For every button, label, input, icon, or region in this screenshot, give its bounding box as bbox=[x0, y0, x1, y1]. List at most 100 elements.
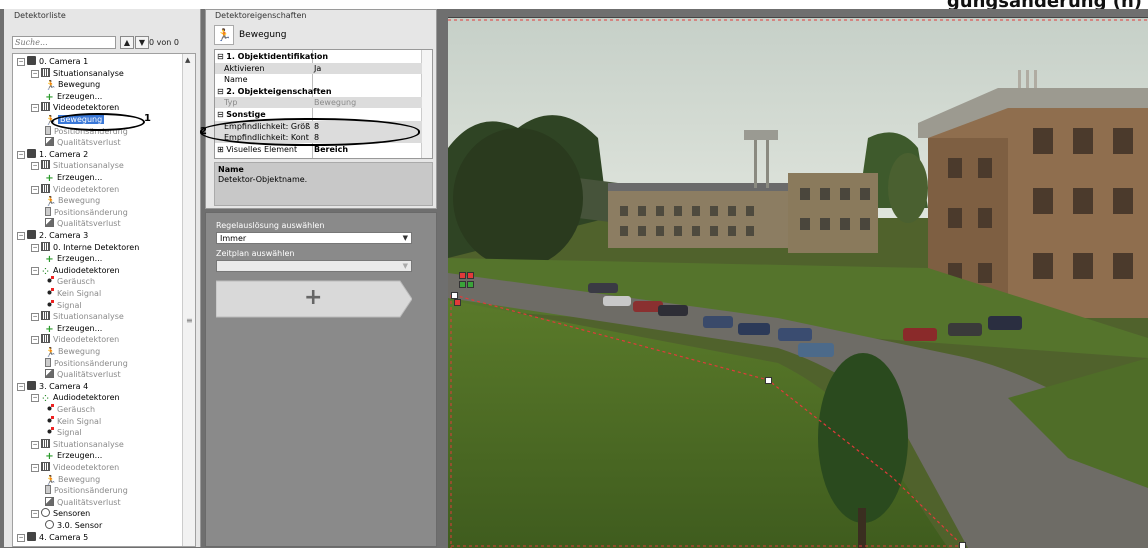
property-value[interactable]: Ja bbox=[314, 63, 321, 74]
tree-item[interactable]: − Videodetektoren bbox=[31, 462, 119, 473]
collapse-icon[interactable]: ⊟ bbox=[217, 52, 226, 61]
property-row[interactable]: ⊟ 1. Objektidentifikation bbox=[215, 51, 422, 62]
tree-item[interactable]: − 1. Camera 2 bbox=[17, 148, 88, 160]
zone-control-icon[interactable] bbox=[459, 272, 466, 279]
property-row[interactable]: Typ Bewegung bbox=[215, 97, 422, 109]
tree-item[interactable]: Qualitätsverlust bbox=[45, 137, 121, 148]
tree-item[interactable]: − Situationsanalyse bbox=[31, 311, 124, 322]
collapse-icon[interactable]: ⊟ bbox=[217, 87, 226, 96]
tree-item[interactable]: + Erzeugen... bbox=[45, 91, 102, 103]
camera-video-view[interactable] bbox=[448, 17, 1148, 548]
scroll-up-icon[interactable]: ▲ bbox=[185, 56, 190, 64]
collapse-toggle-icon[interactable]: − bbox=[31, 162, 39, 171]
tree-item[interactable]: − Videodetektoren bbox=[31, 183, 119, 195]
camera-icon bbox=[27, 56, 36, 65]
property-row[interactable]: Aktivieren Ja bbox=[215, 62, 422, 74]
tree-item[interactable]: Qualitätsverlust bbox=[45, 369, 121, 380]
running-man-icon: 🏃 bbox=[214, 24, 234, 45]
collapse-toggle-icon[interactable]: − bbox=[31, 394, 39, 403]
tree-item[interactable]: − ⁘ Audiodetektoren bbox=[31, 265, 120, 276]
tree-item[interactable]: − Situationsanalyse bbox=[31, 67, 124, 79]
tree-item[interactable]: Positionsänderung bbox=[45, 357, 128, 369]
collapse-toggle-icon[interactable]: − bbox=[17, 150, 25, 159]
tree-item[interactable]: Qualitätsverlust bbox=[45, 496, 121, 508]
collapse-toggle-icon[interactable]: − bbox=[31, 464, 39, 472]
search-next-button[interactable]: ▼ bbox=[135, 36, 149, 49]
collapse-toggle-icon[interactable]: − bbox=[17, 232, 25, 240]
tree-item-label: Bewegung bbox=[58, 80, 101, 90]
tree-item-label: Geräusch bbox=[57, 405, 96, 414]
add-rule-button[interactable]: + bbox=[215, 279, 413, 319]
tree-item[interactable]: Positionsänderung bbox=[45, 206, 128, 218]
tree-item[interactable]: − 0. Interne Detektoren bbox=[31, 241, 139, 253]
zone-vertex-handle[interactable] bbox=[765, 377, 772, 384]
tree-item[interactable]: − Situationsanalyse bbox=[31, 160, 124, 171]
tree-item[interactable]: − Situationsanalyse bbox=[31, 438, 124, 450]
zone-control-icon[interactable] bbox=[467, 272, 474, 279]
collapse-toggle-icon[interactable]: − bbox=[31, 185, 39, 194]
tree-item[interactable]: + Erzeugen... bbox=[45, 253, 102, 265]
property-row[interactable]: ⊟ 2. Objekteigenschaften bbox=[215, 86, 422, 97]
chevron-down-icon[interactable]: ▼ bbox=[403, 233, 408, 244]
tree-item[interactable]: − Sensoren bbox=[31, 508, 90, 519]
zone-control-icon[interactable] bbox=[467, 281, 474, 288]
collapse-toggle-icon[interactable]: − bbox=[31, 510, 39, 519]
scroll-grip-icon[interactable]: ≡ bbox=[186, 316, 193, 325]
tree-item[interactable]: Kein Signal bbox=[45, 288, 101, 299]
tree-item[interactable]: + Erzeugen... bbox=[45, 450, 102, 463]
zone-vertex-handle[interactable] bbox=[959, 542, 966, 548]
zone-vertex-handle[interactable] bbox=[454, 299, 461, 306]
expand-icon[interactable]: ⊞ bbox=[217, 145, 226, 154]
collapse-toggle-icon[interactable]: − bbox=[31, 440, 39, 449]
tree-item[interactable]: 🏃 Bewegung bbox=[45, 79, 101, 91]
tree-item[interactable]: − Videodetektoren bbox=[31, 334, 119, 345]
collapse-toggle-icon[interactable]: − bbox=[17, 382, 25, 391]
tree-scrollbar[interactable]: ▲ ≡ bbox=[182, 54, 195, 546]
callout-ellipse-2 bbox=[200, 118, 420, 146]
rules-panel: Regelauslösung auswählen Immer ▼ Zeitpla… bbox=[205, 212, 437, 547]
schedule-select[interactable]: ▼ bbox=[216, 260, 412, 272]
collapse-toggle-icon[interactable]: − bbox=[17, 58, 25, 66]
tree-item-label: Sensoren bbox=[53, 509, 91, 519]
tree-item[interactable]: 🏃 Bewegung bbox=[45, 346, 100, 358]
collapse-toggle-icon[interactable]: − bbox=[31, 336, 39, 345]
zone-vertex-handle[interactable] bbox=[451, 292, 458, 299]
chevron-down-icon[interactable]: ▼ bbox=[403, 261, 408, 272]
collapse-toggle-icon[interactable]: − bbox=[31, 69, 39, 78]
collapse-toggle-icon[interactable]: − bbox=[31, 104, 39, 113]
tree-item[interactable]: Geräusch bbox=[45, 276, 95, 287]
collapse-toggle-icon[interactable]: − bbox=[17, 533, 25, 542]
property-row[interactable]: Name bbox=[215, 74, 422, 85]
property-value[interactable]: Bewegung bbox=[314, 97, 356, 108]
tree-item[interactable]: + Erzeugen... bbox=[45, 323, 102, 335]
tree-item[interactable]: 3.0. Sensor bbox=[45, 520, 102, 531]
tree-item[interactable]: Signal bbox=[45, 427, 82, 438]
trigger-select[interactable]: Immer ▼ bbox=[216, 232, 412, 244]
tree-item[interactable]: − 4. Camera 5 bbox=[17, 531, 88, 543]
tree-item[interactable]: + Erzeugen... bbox=[45, 172, 102, 184]
tree-item[interactable]: − ⁘ Audiodetektoren bbox=[31, 392, 120, 403]
collapse-toggle-icon[interactable]: − bbox=[31, 313, 39, 322]
tree-item[interactable]: Positionsänderung bbox=[45, 485, 128, 496]
collapse-icon[interactable]: ⊟ bbox=[217, 110, 226, 119]
tree-item[interactable]: Signal bbox=[45, 299, 82, 311]
collapse-toggle-icon[interactable]: − bbox=[31, 243, 39, 252]
tree-item[interactable]: − 0. Camera 1 bbox=[17, 56, 88, 67]
tree-item[interactable]: 🏃 Bewegung bbox=[45, 474, 100, 486]
property-key-text: Sonstige bbox=[226, 110, 266, 119]
tree-item[interactable]: − 3. Camera 4 bbox=[17, 380, 88, 392]
property-key-text: Name bbox=[224, 75, 248, 85]
tree-item[interactable]: Qualitätsverlust bbox=[45, 218, 121, 229]
position-change-icon bbox=[45, 485, 51, 495]
zone-control-icon[interactable] bbox=[459, 281, 466, 288]
tree-item[interactable]: 🏃 Bewegung bbox=[45, 195, 100, 207]
plus-icon: + bbox=[45, 451, 54, 463]
search-previous-button[interactable]: ▲ bbox=[120, 36, 134, 49]
search-input[interactable] bbox=[12, 36, 116, 49]
tree-item[interactable]: − 2. Camera 3 bbox=[17, 230, 88, 241]
tree-item[interactable]: Kein Signal bbox=[45, 415, 101, 427]
grid-scrollbar[interactable] bbox=[421, 50, 432, 158]
collapse-toggle-icon[interactable]: − bbox=[31, 266, 39, 275]
tree-item[interactable]: − Videodetektoren bbox=[31, 102, 119, 113]
tree-item[interactable]: Geräusch bbox=[45, 404, 95, 415]
